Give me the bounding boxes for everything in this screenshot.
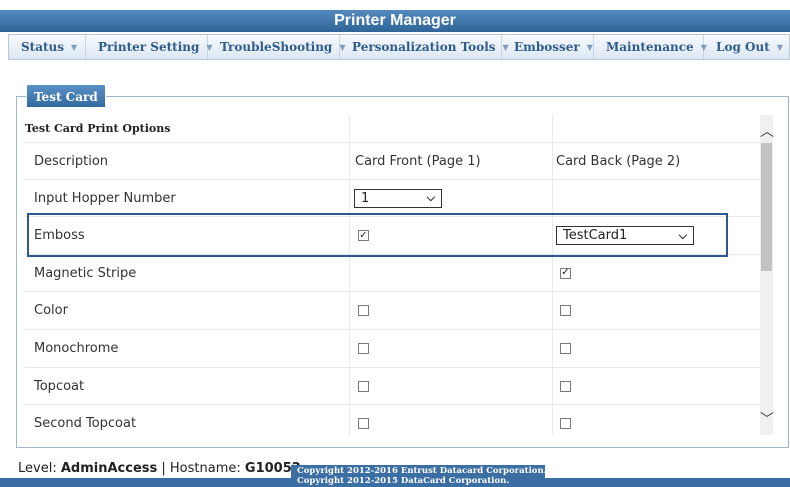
table-row: Emboss ✓ TestCard1 ⌵	[25, 217, 760, 255]
column-header-card-front: Card Front (Page 1)	[355, 153, 481, 169]
level-label: Level:	[18, 460, 57, 476]
second-topcoat-back-cell	[560, 405, 571, 435]
main-nav: Status ▼ Printer Setting ▼ TroubleShooting…	[8, 34, 790, 60]
monochrome-front-cell	[358, 330, 369, 367]
color-front-cell	[358, 292, 369, 329]
row-label: Second Topcoat	[34, 416, 137, 431]
nav-maintenance[interactable]: Maintenance ▼	[594, 35, 707, 59]
table-row: Topcoat	[25, 368, 760, 405]
nav-personalization-tools[interactable]: Personalization Tools ▼	[340, 35, 509, 59]
copyright-line: Copyright 2012-2015 DataCard Corporation…	[297, 476, 510, 486]
magnetic-stripe-back-cell: ✓	[560, 255, 571, 291]
nav-troubleshooting[interactable]: TroubleShooting ▼	[208, 35, 345, 59]
hostname-label: Hostname:	[169, 460, 241, 476]
emboss-front-cell: ✓	[358, 217, 369, 254]
input-hopper-select[interactable]: 1 ⌵	[354, 188, 442, 208]
scroll-up-icon[interactable]: ︿	[760, 121, 774, 141]
table-row: Input Hopper Number 1 ⌵	[25, 180, 760, 217]
section-header-row: Test Card Print Options	[25, 115, 760, 141]
second-topcoat-back-checkbox[interactable]	[560, 418, 571, 429]
emboss-back-cell: TestCard1 ⌵	[556, 217, 694, 254]
column-header-description: Description	[34, 153, 109, 169]
second-topcoat-front-cell	[358, 405, 369, 435]
copyright-line: Copyright 2012-2016 Entrust Datacard Cor…	[297, 466, 545, 476]
row-label: Magnetic Stripe	[34, 265, 137, 281]
nav-status[interactable]: Status ▼	[9, 35, 86, 59]
monochrome-back-checkbox[interactable]	[560, 343, 571, 354]
status-line: Level: AdminAccess | Hostname: G10052	[0, 459, 301, 477]
table-header-row: Description Card Front (Page 1) Card Bac…	[25, 142, 760, 180]
row-label: Input Hopper Number	[34, 190, 176, 206]
chevron-down-icon: ▼	[71, 42, 78, 52]
monochrome-front-checkbox[interactable]	[358, 343, 369, 354]
chevron-down-icon: ⌵	[678, 228, 687, 242]
topcoat-back-cell	[560, 368, 571, 404]
scroll-down-icon[interactable]: ﹀	[760, 409, 774, 429]
second-topcoat-front-checkbox[interactable]	[358, 418, 369, 429]
chevron-down-icon: ▼	[776, 42, 783, 52]
color-front-checkbox[interactable]	[358, 305, 369, 316]
emboss-back-select[interactable]: TestCard1 ⌵	[556, 226, 694, 245]
color-back-checkbox[interactable]	[560, 305, 571, 316]
topcoat-front-checkbox[interactable]	[358, 380, 369, 392]
monochrome-back-cell	[560, 330, 571, 367]
level-value: AdminAccess	[60, 460, 158, 476]
row-label: Emboss	[34, 228, 85, 243]
vertical-scrollbar[interactable]: ︿ ﹀	[760, 115, 774, 435]
color-back-cell	[560, 292, 571, 329]
input-hopper-front-cell: 1 ⌵	[354, 180, 442, 216]
row-label: Color	[34, 303, 68, 318]
table-row: Second Topcoat	[25, 405, 760, 435]
chevron-down-icon: ⌵	[426, 191, 435, 204]
magnetic-stripe-back-checkbox[interactable]: ✓	[560, 267, 571, 279]
emboss-front-checkbox[interactable]: ✓	[358, 230, 369, 241]
tab-test-card[interactable]: Test Card	[26, 84, 106, 108]
nav-embosser[interactable]: Embosser ▼	[502, 35, 594, 59]
topcoat-back-checkbox[interactable]	[560, 380, 571, 392]
test-card-options-table: Test Card Print Options Description Card…	[25, 115, 760, 435]
scrollbar-thumb[interactable]	[761, 143, 772, 271]
column-header-card-back: Card Back (Page 2)	[556, 153, 681, 169]
topcoat-front-cell	[358, 368, 369, 404]
app-title: Printer Manager	[0, 10, 790, 32]
table-row: Monochrome	[25, 330, 760, 368]
section-title: Test Card Print Options	[25, 121, 171, 135]
chevron-down-icon: ▼	[586, 42, 593, 52]
nav-log-out[interactable]: Log Out ▼	[704, 35, 789, 59]
table-row: Color	[25, 292, 760, 330]
copyright-notice: Copyright 2012-2016 Entrust Datacard Cor…	[291, 465, 545, 487]
row-label: Monochrome	[34, 341, 119, 356]
table-row: Magnetic Stripe ✓	[25, 255, 760, 292]
row-label: Topcoat	[34, 378, 85, 394]
status-separator: |	[161, 460, 166, 476]
nav-printer-setting[interactable]: Printer Setting ▼	[86, 35, 213, 59]
